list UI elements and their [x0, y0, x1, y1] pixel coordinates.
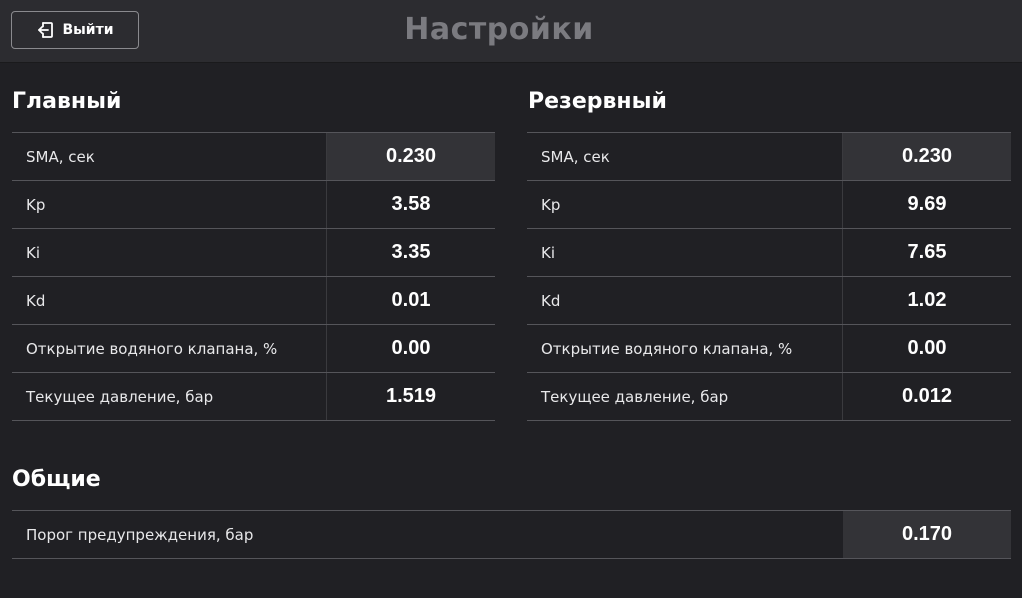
table-row: Текущее давление, бар 1.519: [12, 373, 495, 421]
row-label: SMA, сек: [12, 133, 327, 180]
row-label: Ki: [527, 229, 843, 276]
main-sma-input[interactable]: 0.230: [327, 133, 495, 180]
row-label: Kd: [527, 277, 843, 324]
table-row: Открытие водяного клапана, % 0.00: [12, 325, 495, 373]
main-valve-opening-value: 0.00: [391, 337, 431, 359]
table-row: Kd 1.02: [527, 277, 1011, 325]
table-row: Kp 3.58: [12, 181, 495, 229]
general-settings-table: Порог предупреждения, бар 0.170: [12, 510, 1011, 559]
table-row: SMA, сек 0.230: [527, 133, 1011, 181]
reserve-valve-opening-value: 0.00: [907, 337, 947, 359]
reserve-kd-value[interactable]: 1.02: [843, 277, 1011, 324]
row-label: Открытие водяного клапана, %: [12, 325, 327, 372]
reserve-current-pressure-value: 0.012: [901, 385, 953, 407]
main-current-pressure-value: 1.519: [385, 385, 437, 407]
general-section-title: Общие: [12, 467, 101, 492]
table-row: Kd 0.01: [12, 277, 495, 325]
main-kp-value[interactable]: 3.58: [327, 181, 495, 228]
reserve-ki-value[interactable]: 7.65: [843, 229, 1011, 276]
page-title: Настройки: [404, 12, 594, 47]
main-settings-table: SMA, сек 0.230 Kp 3.58 Ki 3.35 Kd 0.01 О…: [12, 132, 495, 421]
reserve-sma-input[interactable]: 0.230: [843, 133, 1011, 180]
main-section-title: Главный: [12, 89, 122, 114]
row-label: Открытие водяного клапана, %: [527, 325, 843, 372]
row-label: Текущее давление, бар: [12, 373, 327, 420]
reserve-section-title: Резервный: [528, 89, 667, 114]
table-row: Kp 9.69: [527, 181, 1011, 229]
row-label: SMA, сек: [527, 133, 843, 180]
warning-threshold-input[interactable]: 0.170: [843, 511, 1011, 558]
reserve-settings-table: SMA, сек 0.230 Kp 9.69 Ki 7.65 Kd 1.02 О…: [527, 132, 1011, 421]
row-label: Ki: [12, 229, 327, 276]
header-bar: Выйти Настройки: [0, 0, 1022, 63]
row-label: Текущее давление, бар: [527, 373, 843, 420]
table-row: Текущее давление, бар 0.012: [527, 373, 1011, 421]
row-label: Kd: [12, 277, 327, 324]
main-ki-value[interactable]: 3.35: [327, 229, 495, 276]
table-row: SMA, сек 0.230: [12, 133, 495, 181]
table-row: Ki 7.65: [527, 229, 1011, 277]
reserve-kp-value[interactable]: 9.69: [843, 181, 1011, 228]
table-row: Порог предупреждения, бар 0.170: [12, 511, 1011, 559]
row-label: Kp: [527, 181, 843, 228]
table-row: Ki 3.35: [12, 229, 495, 277]
table-row: Открытие водяного клапана, % 0.00: [527, 325, 1011, 373]
row-label: Порог предупреждения, бар: [26, 525, 254, 544]
row-label: Kp: [12, 181, 327, 228]
main-kd-value[interactable]: 0.01: [327, 277, 495, 324]
